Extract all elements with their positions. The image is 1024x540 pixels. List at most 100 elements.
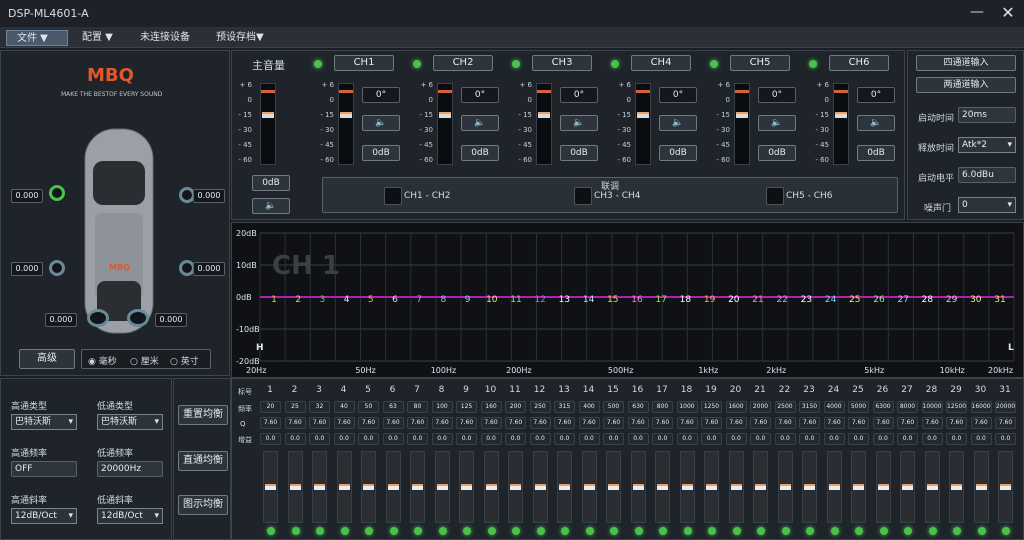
band-gain-slider[interactable] xyxy=(704,451,719,523)
master-gain-display[interactable]: 0dB xyxy=(252,175,290,191)
band-gain[interactable]: 0.0 xyxy=(578,433,600,445)
level-meter[interactable] xyxy=(536,83,552,165)
channel-6-mute-icon[interactable]: 🔈 xyxy=(857,115,895,131)
band-gain-slider[interactable] xyxy=(508,451,523,523)
band-q[interactable]: 7.60 xyxy=(284,417,306,429)
channel-enable-led[interactable] xyxy=(809,60,817,68)
band-frequency[interactable]: 100 xyxy=(431,401,453,413)
band-q[interactable]: 7.60 xyxy=(872,417,894,429)
band-frequency[interactable]: 3150 xyxy=(799,401,820,413)
band-frequency[interactable]: 1600 xyxy=(725,401,747,413)
band-gain[interactable]: 0.0 xyxy=(603,433,624,445)
band-enable-led[interactable] xyxy=(659,527,667,535)
hp-freq-input[interactable]: OFF xyxy=(11,461,77,477)
band-gain-slider[interactable] xyxy=(851,451,866,523)
band-enable-led[interactable] xyxy=(879,527,888,535)
band-q[interactable]: 7.60 xyxy=(456,417,477,429)
channel-4-mute-icon[interactable]: 🔈 xyxy=(659,115,697,131)
band-gain[interactable]: 0.0 xyxy=(529,433,551,445)
band-enable-led[interactable] xyxy=(806,527,814,535)
level-meter[interactable] xyxy=(260,83,276,165)
band-gain[interactable]: 0.0 xyxy=(921,433,943,445)
band-frequency[interactable]: 40 xyxy=(333,401,355,413)
unit-inch-radio[interactable]: ○ 英寸 xyxy=(170,354,199,367)
link-ch5-ch6-checkbox[interactable] xyxy=(766,187,784,205)
channel-3-mute-icon[interactable]: 🔈 xyxy=(560,115,598,131)
lp-freq-input[interactable]: 20000Hz xyxy=(97,461,163,477)
unit-cm-radio[interactable]: ○ 厘米 xyxy=(130,354,159,367)
hp-type-select[interactable]: 巴特沃斯 xyxy=(11,414,77,430)
channel-4-gain[interactable]: 0dB xyxy=(659,145,697,161)
channel-6-button[interactable]: CH6 xyxy=(829,55,889,71)
attack-time-input[interactable]: 20ms xyxy=(958,107,1016,123)
band-q[interactable]: 7.60 xyxy=(970,417,992,429)
band-q[interactable]: 7.60 xyxy=(627,417,649,429)
release-time-select[interactable]: Atk*2 xyxy=(958,137,1016,153)
channel-5-mute-icon[interactable]: 🔈 xyxy=(758,115,796,131)
band-gain-slider[interactable] xyxy=(287,451,303,523)
band-gain[interactable]: 0.0 xyxy=(774,433,796,445)
channel-2-gain[interactable]: 0dB xyxy=(461,145,499,161)
band-enable-led[interactable] xyxy=(414,527,422,535)
sub-right-speaker-icon[interactable] xyxy=(127,309,149,327)
hp-slope-select[interactable]: 12dB/Oct xyxy=(11,508,77,524)
band-frequency[interactable]: 8000 xyxy=(897,401,918,413)
lp-type-select[interactable]: 巴特沃斯 xyxy=(97,414,163,430)
band-enable-led[interactable] xyxy=(585,527,594,535)
band-q[interactable]: 7.60 xyxy=(897,417,918,429)
channel-enable-led[interactable] xyxy=(611,60,619,68)
band-gain[interactable]: 0.0 xyxy=(358,433,379,445)
band-enable-led[interactable] xyxy=(610,527,618,535)
band-enable-led[interactable] xyxy=(732,527,741,535)
band-gain[interactable]: 0.0 xyxy=(897,433,918,445)
band-gain-slider[interactable] xyxy=(483,451,499,523)
level-meter[interactable] xyxy=(833,83,849,165)
band-frequency[interactable]: 25 xyxy=(284,401,306,413)
band-gain[interactable]: 0.0 xyxy=(799,433,820,445)
band-gain-slider[interactable] xyxy=(581,451,597,523)
band-gain-slider[interactable] xyxy=(728,451,744,523)
band-q[interactable]: 7.60 xyxy=(750,417,771,429)
band-gain[interactable]: 0.0 xyxy=(823,433,845,445)
band-enable-led[interactable] xyxy=(1002,527,1010,535)
band-gain[interactable]: 0.0 xyxy=(848,433,869,445)
channel-enable-led[interactable] xyxy=(314,60,322,68)
band-gain-slider[interactable] xyxy=(385,451,401,523)
band-gain-slider[interactable] xyxy=(826,451,842,523)
menu-config[interactable]: 配置 ▼ xyxy=(72,30,134,46)
channel-6-phase[interactable]: 0° xyxy=(857,87,895,103)
band-enable-led[interactable] xyxy=(904,527,912,535)
band-q[interactable]: 7.60 xyxy=(480,417,502,429)
band-gain[interactable]: 0.0 xyxy=(407,433,428,445)
channel-2-phase[interactable]: 0° xyxy=(461,87,499,103)
band-gain-slider[interactable] xyxy=(312,451,327,523)
band-gain[interactable]: 0.0 xyxy=(505,433,526,445)
band-frequency[interactable]: 1250 xyxy=(701,401,722,413)
band-enable-led[interactable] xyxy=(561,527,569,535)
band-q[interactable]: 7.60 xyxy=(725,417,747,429)
band-enable-led[interactable] xyxy=(634,527,643,535)
band-gain-slider[interactable] xyxy=(336,451,352,523)
band-gain[interactable]: 0.0 xyxy=(676,433,698,445)
channel-1-button[interactable]: CH1 xyxy=(334,55,394,71)
band-frequency[interactable]: 32 xyxy=(309,401,330,413)
band-q[interactable]: 7.60 xyxy=(676,417,698,429)
eq-response-graph[interactable]: 20dB 10dB 0dB -10dB -20dB20Hz 50Hz 100Hz 200Hz 5… xyxy=(232,223,1023,377)
band-frequency[interactable]: 6300 xyxy=(872,401,894,413)
band-gain[interactable]: 0.0 xyxy=(750,433,771,445)
channel-3-gain[interactable]: 0dB xyxy=(560,145,598,161)
channel-2-button[interactable]: CH2 xyxy=(433,55,493,71)
rear-left-speaker-icon[interactable] xyxy=(49,260,65,276)
channel-3-phase[interactable]: 0° xyxy=(560,87,598,103)
band-gain[interactable]: 0.0 xyxy=(627,433,649,445)
level-meter[interactable] xyxy=(338,83,354,165)
band-frequency[interactable]: 20000 xyxy=(995,401,1016,413)
rear-right-delay[interactable]: 0.000 xyxy=(193,262,225,276)
band-frequency[interactable]: 1000 xyxy=(676,401,698,413)
band-q[interactable]: 7.60 xyxy=(701,417,722,429)
two-channel-input-button[interactable]: 两通道输入 xyxy=(916,77,1016,93)
channel-3-button[interactable]: CH3 xyxy=(532,55,592,71)
band-gain-slider[interactable] xyxy=(532,451,548,523)
band-gain[interactable]: 0.0 xyxy=(970,433,992,445)
band-frequency[interactable]: 500 xyxy=(603,401,624,413)
